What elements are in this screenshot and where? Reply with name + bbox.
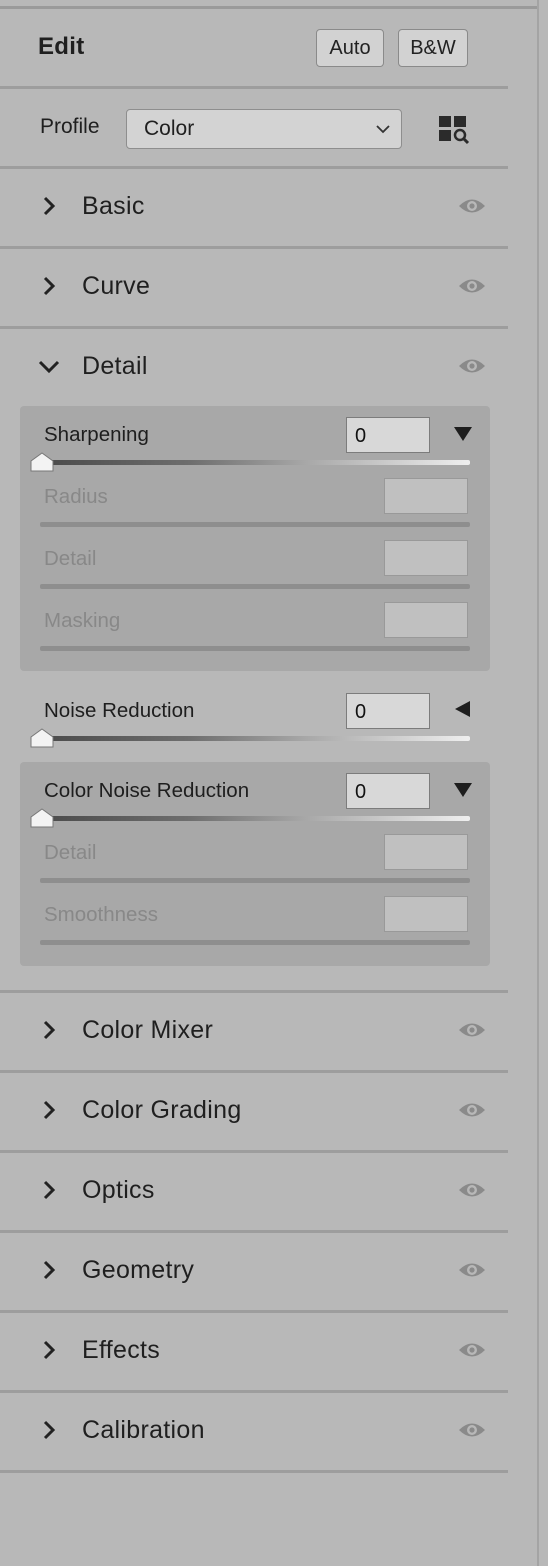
eye-icon[interactable] [458,356,486,376]
panel-edge [537,0,539,1566]
noise-reduction-label: Noise Reduction [44,699,195,722]
chevron-right-icon [43,1100,56,1120]
eye-icon[interactable] [458,1340,486,1360]
color-noise-reduction-label: Color Noise Reduction [44,779,250,802]
eye-icon[interactable] [458,1180,486,1200]
smoothness-slider-track [40,940,470,945]
noise-reduction-slider-thumb[interactable] [30,728,54,748]
section-detail[interactable]: Detail [0,328,508,406]
chevron-right-icon [43,1020,56,1040]
chevron-down-icon [38,360,60,374]
bw-button[interactable]: B&W [398,29,468,67]
smoothness-value-field [384,896,468,932]
section-curve[interactable]: Curve [0,248,508,326]
color-detail-value-field [384,834,468,870]
eye-icon[interactable] [458,1260,486,1280]
chevron-right-icon [43,1420,56,1440]
sharpening-slider-track[interactable] [40,460,470,465]
section-effects[interactable]: Effects [0,1312,508,1390]
eye-icon[interactable] [458,1020,486,1040]
top-border [0,6,538,9]
color-noise-reduction-slider-thumb[interactable] [30,808,54,828]
smoothness-label: Smoothness [44,903,158,926]
noise-reduction-value-field[interactable]: 0 [346,693,430,729]
section-label: Color Mixer [82,1016,214,1044]
profile-value: Color [144,117,195,140]
divider [0,86,508,89]
triangle-down-icon[interactable] [453,425,473,443]
eye-icon[interactable] [458,1100,486,1120]
sharpening-value-field[interactable]: 0 [346,417,430,453]
masking-value-field [384,602,468,638]
masking-slider-track [40,646,470,651]
section-label: Basic [82,192,145,220]
chevron-right-icon [43,1260,56,1280]
section-label: Effects [82,1336,161,1364]
panel-title: Edit [38,33,85,60]
section-calibration[interactable]: Calibration [0,1392,508,1470]
section-geometry[interactable]: Geometry [0,1232,508,1310]
sharpening-slider-thumb[interactable] [30,452,54,472]
section-label: Optics [82,1176,155,1204]
eye-icon[interactable] [458,276,486,296]
profile-label: Profile [40,115,100,138]
profile-select[interactable]: Color [126,109,402,149]
profile-browser-icon[interactable] [438,115,470,145]
noise-reduction-slider-track[interactable] [40,736,470,741]
section-optics[interactable]: Optics [0,1152,508,1230]
chevron-right-icon [43,196,56,216]
section-label: Detail [82,352,148,380]
sharpen-detail-slider-track [40,584,470,589]
radius-slider-track [40,522,470,527]
radius-label: Radius [44,485,108,508]
color-noise-reduction-slider-track[interactable] [40,816,470,821]
chevron-right-icon [43,1180,56,1200]
sharpen-detail-value-field [384,540,468,576]
chevron-down-icon [376,125,390,134]
divider [0,1470,508,1473]
color-detail-label: Detail [44,841,97,864]
sharpen-detail-label: Detail [44,547,97,570]
triangle-left-icon[interactable] [453,700,473,718]
eye-icon[interactable] [458,196,486,216]
sharpening-label: Sharpening [44,423,149,446]
section-label: Calibration [82,1416,205,1444]
masking-label: Masking [44,609,121,632]
eye-icon[interactable] [458,1420,486,1440]
auto-button[interactable]: Auto [316,29,384,67]
section-label: Curve [82,272,151,300]
section-color-mixer[interactable]: Color Mixer [0,992,508,1070]
color-noise-reduction-value-field[interactable]: 0 [346,773,430,809]
section-label: Color Grading [82,1096,242,1124]
triangle-down-icon[interactable] [453,781,473,799]
section-basic[interactable]: Basic [0,168,508,246]
color-detail-slider-track [40,878,470,883]
chevron-right-icon [43,1340,56,1360]
chevron-right-icon [43,276,56,296]
radius-value-field [384,478,468,514]
section-color-grading[interactable]: Color Grading [0,1072,508,1150]
section-label: Geometry [82,1256,195,1284]
